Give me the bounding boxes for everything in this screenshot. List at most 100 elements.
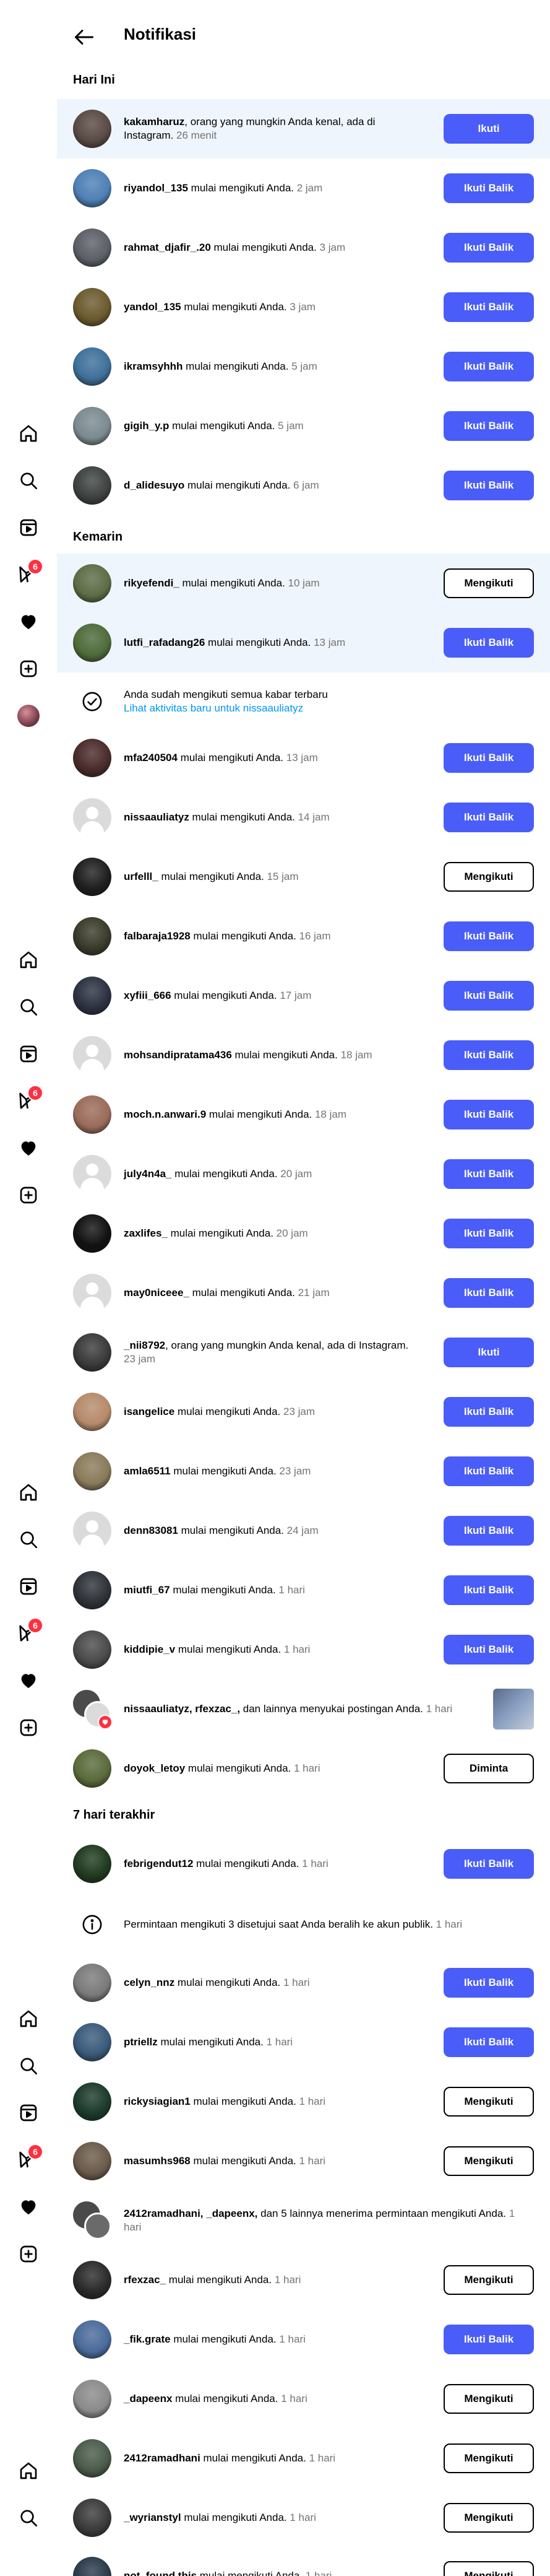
follow-back-button[interactable]: Ikuti Balik <box>444 352 534 381</box>
username[interactable]: denn83081 <box>124 1525 178 1536</box>
avatar[interactable] <box>73 1214 111 1253</box>
username[interactable]: not_found.this <box>124 2570 197 2576</box>
follow-back-button[interactable]: Ikuti Balik <box>444 743 534 773</box>
notification-row[interactable]: masumhs968 mulai mengikuti Anda. 1 hari M… <box>57 2131 550 2191</box>
username[interactable]: ptriellz <box>124 2036 158 2048</box>
follow-back-button[interactable]: Ikuti Balik <box>444 1278 534 1308</box>
nav-search[interactable] <box>16 2505 41 2530</box>
nav-messenger[interactable]: 6 <box>16 1085 43 1113</box>
following-button[interactable]: Diminta <box>444 1754 534 1783</box>
username[interactable]: gigih_y.p <box>124 420 169 432</box>
follow-back-button[interactable]: Ikuti Balik <box>444 1516 534 1546</box>
notification-row[interactable]: mohsandipratama436 mulai mengikuti Anda.… <box>57 1025 550 1085</box>
follow-back-button[interactable]: Ikuti Balik <box>444 411 534 441</box>
notification-row[interactable]: Permintaan mengikuti 3 disetujui saat An… <box>57 1895 550 1954</box>
follow-back-button[interactable]: Ikuti Balik <box>444 292 534 322</box>
following-button[interactable]: Mengikuti <box>444 568 534 598</box>
follow-back-button[interactable]: Ikuti Balik <box>444 1159 534 1189</box>
username[interactable]: rikyefendi_ <box>124 577 179 589</box>
avatar[interactable] <box>73 1155 111 1193</box>
follow-back-button[interactable]: Ikuti Balik <box>444 628 534 658</box>
follow-back-button[interactable]: Ikuti <box>444 114 534 144</box>
nav-home[interactable] <box>16 2458 41 2483</box>
avatar[interactable] <box>73 1393 111 1431</box>
follow-back-button[interactable]: Ikuti Balik <box>444 1219 534 1248</box>
following-button[interactable]: Mengikuti <box>444 2503 534 2533</box>
following-button[interactable]: Mengikuti <box>444 2087 534 2117</box>
notification-row[interactable]: nissaauliatyz mulai mengikuti Anda. 14 j… <box>57 788 550 847</box>
avatar[interactable] <box>73 2082 111 2121</box>
follow-back-button[interactable]: Ikuti Balik <box>444 1040 534 1070</box>
avatar[interactable] <box>73 798 111 837</box>
follow-back-button[interactable]: Ikuti Balik <box>444 173 534 203</box>
notification-row[interactable]: Anda sudah mengikuti semua kabar terbaru… <box>57 675 550 728</box>
notification-row[interactable]: may0niceee_ mulai mengikuti Anda. 21 jam… <box>57 1263 550 1323</box>
username[interactable]: celyn_nnz <box>124 1977 174 1988</box>
avatar[interactable] <box>73 1964 111 2002</box>
back-button[interactable] <box>69 22 99 52</box>
follow-back-button[interactable]: Ikuti Balik <box>444 2027 534 2057</box>
nav-create[interactable] <box>16 1715 41 1740</box>
avatar[interactable] <box>73 2320 111 2359</box>
notification-row[interactable]: rahmat_djafir_.20 mulai mengikuti Anda. … <box>57 218 550 277</box>
nav-reels[interactable] <box>16 515 41 540</box>
follow-back-button[interactable]: Ikuti <box>444 1338 534 1367</box>
avatar[interactable] <box>73 1845 111 1883</box>
notification-row[interactable]: _nii8792, orang yang mungkin Anda kenal,… <box>57 1323 550 1382</box>
follow-back-button[interactable]: Ikuti Balik <box>444 1635 534 1664</box>
nav-reels[interactable] <box>16 1042 41 1066</box>
username[interactable]: rfexzac_ <box>124 2274 166 2286</box>
nav-home[interactable] <box>16 2006 41 2031</box>
username[interactable]: urfelll_ <box>124 871 158 882</box>
notification-row[interactable]: moch.n.anwari.9 mulai mengikuti Anda. 18… <box>57 1085 550 1144</box>
username[interactable]: kakamharuz <box>124 116 184 128</box>
notification-row[interactable]: yandol_135 mulai mengikuti Anda. 3 jam Ik… <box>57 277 550 337</box>
avatar[interactable] <box>73 228 111 267</box>
username[interactable]: 2412ramadhani <box>124 2452 200 2464</box>
follow-back-button[interactable]: Ikuti Balik <box>444 921 534 951</box>
username[interactable]: isangelice <box>124 1406 174 1417</box>
avatar[interactable] <box>73 1749 111 1788</box>
username[interactable]: lutfi_rafadang26 <box>124 637 205 648</box>
username[interactable]: _nii8792 <box>124 1339 165 1351</box>
notification-row[interactable]: denn83081 mulai mengikuti Anda. 24 jam Ik… <box>57 1501 550 1560</box>
avatar-pair[interactable] <box>73 2201 111 2240</box>
nav-create[interactable] <box>16 2242 41 2266</box>
nav-messenger[interactable]: 6 <box>16 2144 43 2172</box>
avatar[interactable] <box>73 2261 111 2299</box>
avatar[interactable] <box>73 2557 111 2576</box>
follow-back-button[interactable]: Ikuti Balik <box>444 1575 534 1605</box>
notification-row[interactable]: _dapeenx mulai mengikuti Anda. 1 hari Men… <box>57 2369 550 2429</box>
avatar[interactable] <box>73 1274 111 1312</box>
username[interactable]: may0niceee_ <box>124 1287 189 1299</box>
username[interactable]: miutfi_67 <box>124 1584 170 1596</box>
avatar[interactable] <box>73 1333 111 1372</box>
nav-search[interactable] <box>16 2053 41 2078</box>
notification-row[interactable]: d_alidesuyo mulai mengikuti Anda. 6 jam I… <box>57 456 550 515</box>
avatar[interactable] <box>73 2142 111 2180</box>
follow-back-button[interactable]: Ikuti Balik <box>444 1968 534 1998</box>
follow-back-button[interactable]: Ikuti Balik <box>444 803 534 832</box>
following-button[interactable]: Mengikuti <box>444 2384 534 2414</box>
avatar[interactable] <box>73 2023 111 2061</box>
notification-row[interactable]: rikyefendi_ mulai mengikuti Anda. 10 jam… <box>57 554 550 613</box>
username[interactable]: nissaauliatyz <box>124 811 189 823</box>
avatar[interactable] <box>73 624 111 662</box>
notification-row[interactable]: rfexzac_ mulai mengikuti Anda. 1 hari Men… <box>57 2250 550 2310</box>
username[interactable]: mohsandipratama436 <box>124 1049 232 1061</box>
notification-row[interactable]: isangelice mulai mengikuti Anda. 23 jam I… <box>57 1382 550 1442</box>
avatar[interactable] <box>73 407 111 445</box>
notification-row[interactable]: doyok_letoy mulai mengikuti Anda. 1 hari… <box>57 1739 550 1798</box>
follow-back-button[interactable]: Ikuti Balik <box>444 1456 534 1486</box>
notification-row[interactable]: riyandol_135 mulai mengikuti Anda. 2 jam… <box>57 159 550 218</box>
nav-heart[interactable] <box>16 2195 41 2219</box>
username[interactable]: moch.n.anwari.9 <box>124 1108 206 1120</box>
following-button[interactable]: Mengikuti <box>444 2265 534 2295</box>
username[interactable]: d_alidesuyo <box>124 479 184 491</box>
notification-row[interactable]: gigih_y.p mulai mengikuti Anda. 5 jam Iku… <box>57 396 550 456</box>
avatar[interactable] <box>73 564 111 603</box>
username[interactable]: _wyrianstyl <box>124 2512 181 2523</box>
avatar[interactable] <box>73 1036 111 1074</box>
nav-reels[interactable] <box>16 2100 41 2125</box>
avatar[interactable] <box>73 2380 111 2418</box>
